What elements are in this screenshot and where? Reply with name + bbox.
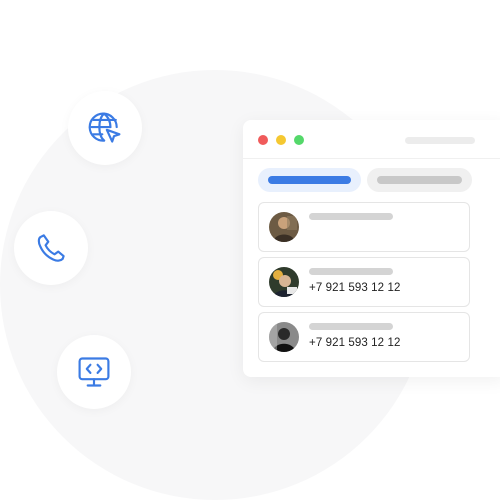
web-channel-badge[interactable]	[68, 91, 142, 165]
phone-icon	[37, 234, 65, 262]
code-channel-badge[interactable]	[57, 335, 131, 409]
tab-active[interactable]	[258, 168, 361, 192]
avatar	[269, 212, 299, 242]
globe-cursor-icon	[88, 112, 121, 143]
contact-phone: +7 921 593 12 12	[309, 282, 401, 294]
contact-name-placeholder	[309, 213, 393, 220]
tab-label-placeholder	[268, 176, 351, 184]
window-maximize-dot[interactable]	[294, 135, 304, 145]
contact-phone: +7 921 593 12 12	[309, 337, 401, 349]
contact-card[interactable]: +7 921 593 12 12	[258, 312, 470, 362]
avatar	[269, 322, 299, 352]
tab-inactive[interactable]	[367, 168, 472, 192]
window-close-dot[interactable]	[258, 135, 268, 145]
contact-name-placeholder	[309, 323, 393, 330]
monitor-code-icon	[78, 357, 110, 387]
app-window: +7 921 593 12 12 +7 921 593 12 12	[243, 120, 500, 377]
contact-card[interactable]	[258, 202, 470, 252]
tab-label-placeholder	[377, 176, 462, 184]
phone-channel-badge[interactable]	[14, 211, 88, 285]
avatar	[269, 267, 299, 297]
contact-card[interactable]: +7 921 593 12 12	[258, 257, 470, 307]
title-placeholder	[405, 137, 475, 144]
window-minimize-dot[interactable]	[276, 135, 286, 145]
contact-name-placeholder	[309, 268, 393, 275]
window-titlebar	[243, 120, 500, 159]
